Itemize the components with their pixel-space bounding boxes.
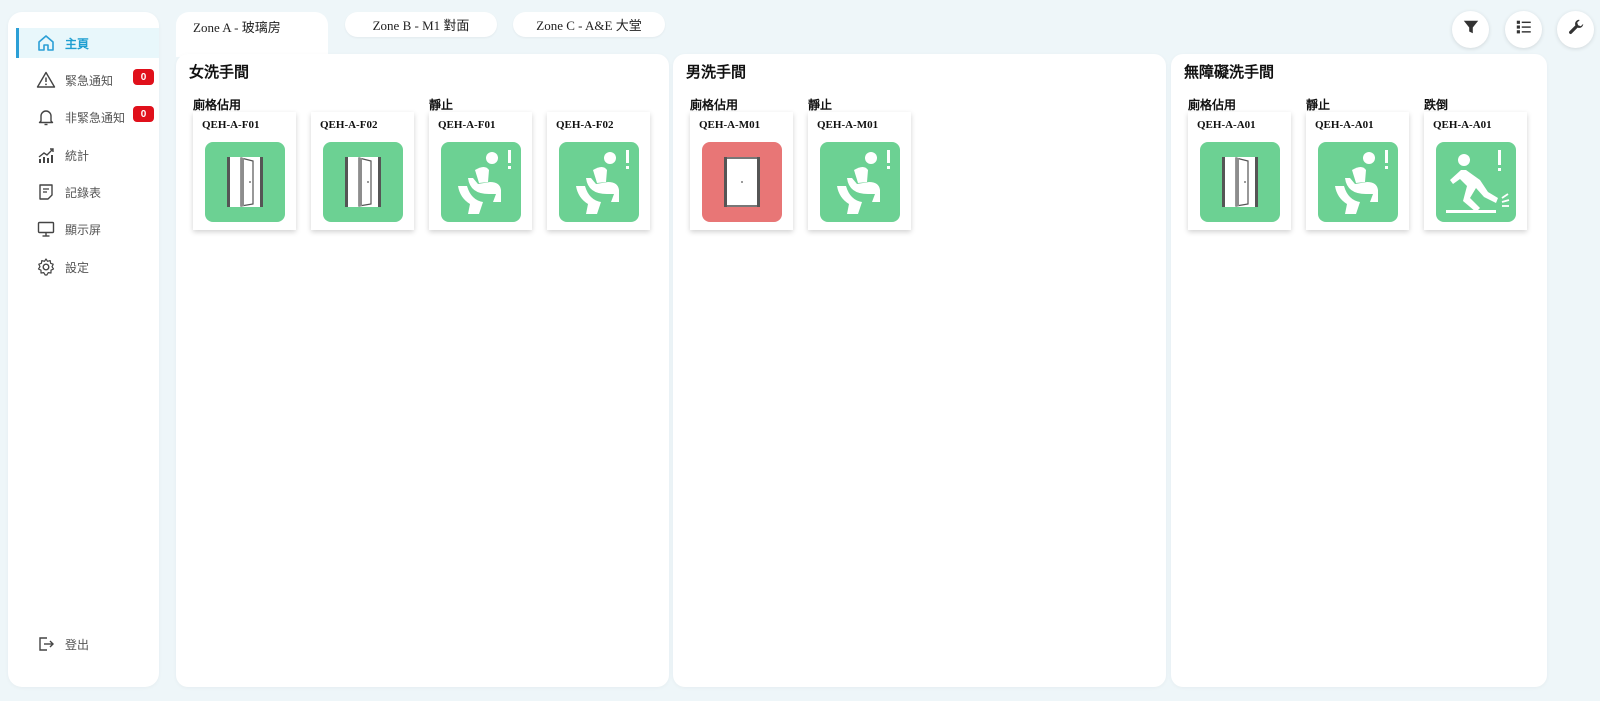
panel-title: 男洗手間 [686, 64, 747, 81]
status-card[interactable]: QEH-A-A01 [1188, 112, 1291, 230]
sidebar-item-display[interactable]: 顯示屏 [16, 214, 159, 244]
sidebar-item-label: 統計 [65, 148, 90, 163]
stall-id: QEH-A-F01 [202, 119, 260, 131]
status-card[interactable]: QEH-A-F01 [193, 112, 296, 230]
logout-label: 登出 [65, 637, 90, 652]
sidebar-item-non-emergency[interactable]: 非緊急通知 0 [16, 102, 159, 132]
stall-id: QEH-A-F02 [320, 119, 378, 131]
panel-male-restroom: 男洗手間 廁格佔用 靜止 QEH-A-M01 QEH-A-M01 [673, 54, 1166, 687]
toilet-person-icon [1318, 142, 1398, 222]
tab-zone-c[interactable]: Zone C - A&E 大堂 [513, 12, 665, 37]
status-card[interactable]: QEH-A-F02 [311, 112, 414, 230]
panel-title: 無障礙洗手間 [1184, 64, 1275, 81]
home-icon [36, 33, 56, 53]
stall-id: QEH-A-A01 [1433, 119, 1492, 131]
door-open-icon [323, 142, 403, 222]
list-view-button[interactable] [1505, 11, 1542, 48]
list-icon [1515, 18, 1533, 41]
toilet-person-icon [559, 142, 639, 222]
status-card[interactable]: QEH-A-F02 [547, 112, 650, 230]
sidebar-item-label: 顯示屏 [65, 222, 102, 237]
chart-icon [36, 145, 56, 165]
sidebar-item-label: 設定 [65, 260, 90, 275]
group-label-occupancy: 廁格佔用 [193, 98, 242, 112]
stall-id: QEH-A-A01 [1197, 119, 1256, 131]
stall-id: QEH-A-M01 [817, 119, 879, 131]
status-card[interactable]: QEH-A-F01 [429, 112, 532, 230]
tab-zone-b[interactable]: Zone B - M1 對面 [345, 12, 497, 37]
sidebar-item-settings[interactable]: 設定 [16, 252, 159, 282]
toilet-person-icon [441, 142, 521, 222]
sidebar-item-label: 非緊急通知 [65, 110, 126, 125]
stall-id: QEH-A-M01 [699, 119, 761, 131]
warning-icon [36, 70, 56, 90]
sidebar-item-label: 記錄表 [65, 185, 102, 200]
group-label-fall: 跌倒 [1424, 98, 1449, 112]
status-card[interactable]: QEH-A-A01 [1306, 112, 1409, 230]
logout-icon [36, 634, 56, 654]
group-label-idle: 靜止 [808, 98, 833, 112]
notification-count-badge: 0 [133, 69, 154, 85]
status-card[interactable]: QEH-A-M01 [690, 112, 793, 230]
group-label-occupancy: 廁格佔用 [1188, 98, 1237, 112]
monitor-icon [36, 219, 56, 239]
group-label-idle: 靜止 [1306, 98, 1331, 112]
sidebar-item-label: 緊急通知 [65, 73, 114, 88]
tab-zone-a[interactable]: Zone A - 玻璃房 [176, 12, 328, 57]
stall-id: QEH-A-F01 [438, 119, 496, 131]
panel-title: 女洗手間 [189, 64, 250, 81]
filter-icon [1462, 18, 1480, 41]
status-card[interactable]: QEH-A-A01 [1424, 112, 1527, 230]
panel-accessible-restroom: 無障礙洗手間 廁格佔用 靜止 跌倒 QEH-A-A01 QEH-A-A01 QE… [1171, 54, 1547, 687]
group-label-occupancy: 廁格佔用 [690, 98, 739, 112]
stall-id: QEH-A-A01 [1315, 119, 1374, 131]
document-icon [36, 182, 56, 202]
door-open-icon [1200, 142, 1280, 222]
sidebar: 主頁 緊急通知 0 非緊急通知 0 統計 記錄表 顯示屏 設定 登出 [8, 12, 159, 687]
stall-id: QEH-A-F02 [556, 119, 614, 131]
toilet-person-icon [820, 142, 900, 222]
wrench-icon [1567, 18, 1585, 41]
notification-count-badge: 0 [133, 106, 154, 122]
sidebar-item-statistics[interactable]: 統計 [16, 140, 159, 170]
sidebar-item-label: 主頁 [65, 36, 90, 51]
sidebar-item-home[interactable]: 主頁 [16, 28, 159, 58]
bell-icon [36, 107, 56, 127]
logout-button[interactable]: 登出 [16, 629, 159, 659]
panel-female-restroom: 女洗手間 廁格佔用 靜止 QEH-A-F01 QEH-A-F02 QEH-A-F… [176, 54, 669, 687]
filter-button[interactable] [1452, 11, 1489, 48]
sidebar-item-emergency[interactable]: 緊急通知 0 [16, 65, 159, 95]
gear-icon [36, 257, 56, 277]
door-open-icon [205, 142, 285, 222]
settings-tool-button[interactable] [1557, 11, 1594, 48]
status-card[interactable]: QEH-A-M01 [808, 112, 911, 230]
door-closed-icon [702, 142, 782, 222]
fall-icon [1436, 142, 1516, 222]
sidebar-item-records[interactable]: 記錄表 [16, 177, 159, 207]
group-label-idle: 靜止 [429, 98, 454, 112]
